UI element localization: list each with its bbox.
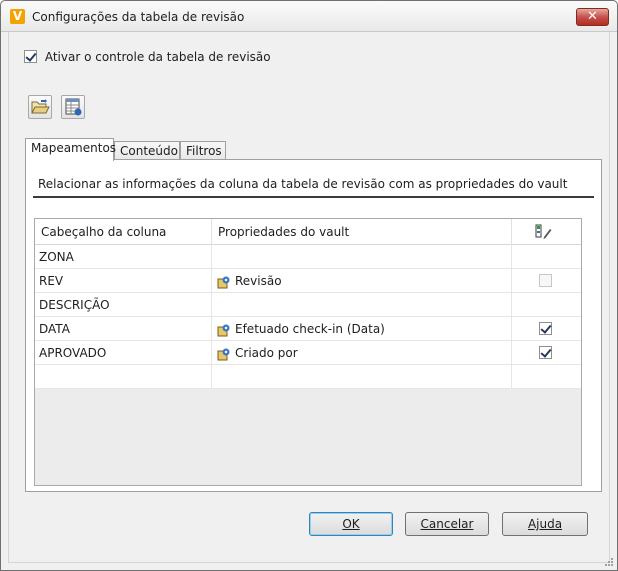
open-folder-icon [31,99,50,114]
row-header-cell[interactable]: REV [35,269,212,293]
table-row-new[interactable] [35,365,581,389]
row-property-text: Revisão [235,274,282,288]
row-checkbox-cell [512,365,581,389]
window-title: Configurações da tabela de revisão [32,10,245,24]
enable-control-checkbox[interactable] [24,50,37,63]
row-property-cell[interactable] [212,245,512,269]
row-header-cell[interactable]: DESCRIÇÃO [35,293,212,317]
column-property-label[interactable]: Propriedades do vault [212,219,512,245]
row-header-cell[interactable]: APROVADO [35,341,212,365]
close-button[interactable]: ✕ [576,8,609,26]
row-property-cell[interactable] [212,293,512,317]
row-property-cell[interactable]: Criado por [212,341,512,365]
resize-grip-icon[interactable] [604,557,614,567]
tab-filtros[interactable]: Filtros [180,141,226,161]
table-row[interactable]: REV Revisão [35,269,581,293]
help-button[interactable]: Ajuda [502,512,588,536]
row-property-cell[interactable]: Revisão [212,269,512,293]
table-row[interactable]: APROVADO Criado por [35,341,581,365]
vault-property-icon [217,348,230,360]
enable-control-row[interactable]: Ativar o controle da tabela de revisão [24,49,271,64]
row-header-cell[interactable]: DATA [35,317,212,341]
tab-mapeamentos[interactable]: Mapeamentos [25,138,116,161]
row-property-text: Efetuado check-in (Data) [235,322,385,336]
row-include-checkbox[interactable] [539,274,552,287]
mapping-panel: Relacionar as informações da coluna da t… [25,159,602,492]
vault-property-icon [217,324,230,336]
row-property-text: Criado por [235,346,298,360]
row-property-cell[interactable]: Efetuado check-in (Data) [212,317,512,341]
tab-conteudo[interactable]: Conteúdo [114,141,180,161]
grid-header: Cabeçalho da coluna Propriedades do vaul… [35,219,581,245]
table-row[interactable]: DESCRIÇÃO [35,293,581,317]
row-checkbox-cell [512,341,581,365]
title-bar[interactable]: V Configurações da tabela de revisão ✕ [1,1,617,32]
mapping-description: Relacionar as informações da coluna da t… [38,177,568,191]
row-header-cell[interactable]: ZONA [35,245,212,269]
row-checkbox-cell [512,317,581,341]
vault-app-icon: V [10,9,25,24]
dialog-window: V Configurações da tabela de revisão ✕ A… [0,0,618,571]
cancel-button[interactable]: Cancelar [405,512,489,536]
row-checkbox-cell [512,293,581,317]
column-edit-header[interactable] [512,219,581,245]
row-header-cell[interactable] [35,365,212,389]
column-header-label[interactable]: Cabeçalho da coluna [35,219,212,245]
row-include-checkbox[interactable] [539,346,552,359]
vault-property-icon [217,276,230,288]
table-row[interactable]: DATA Efetuado check-in (Data) [35,317,581,341]
row-include-checkbox[interactable] [539,322,552,335]
mapping-grid: Cabeçalho da coluna Propriedades do vaul… [34,218,582,486]
edit-column-icon [535,224,552,239]
row-property-cell[interactable] [212,365,512,389]
row-checkbox-cell [512,269,581,293]
ok-button[interactable]: OK [309,512,393,536]
row-checkbox-cell [512,245,581,269]
table-row[interactable]: ZONA [35,245,581,269]
table-settings-button[interactable] [61,95,85,119]
table-settings-icon [65,98,82,116]
open-folder-button[interactable] [28,95,52,119]
enable-control-label[interactable]: Ativar o controle da tabela de revisão [45,50,271,64]
section-divider [33,196,594,198]
dialog-body: Ativar o controle da tabela de revisão M… [8,32,610,563]
